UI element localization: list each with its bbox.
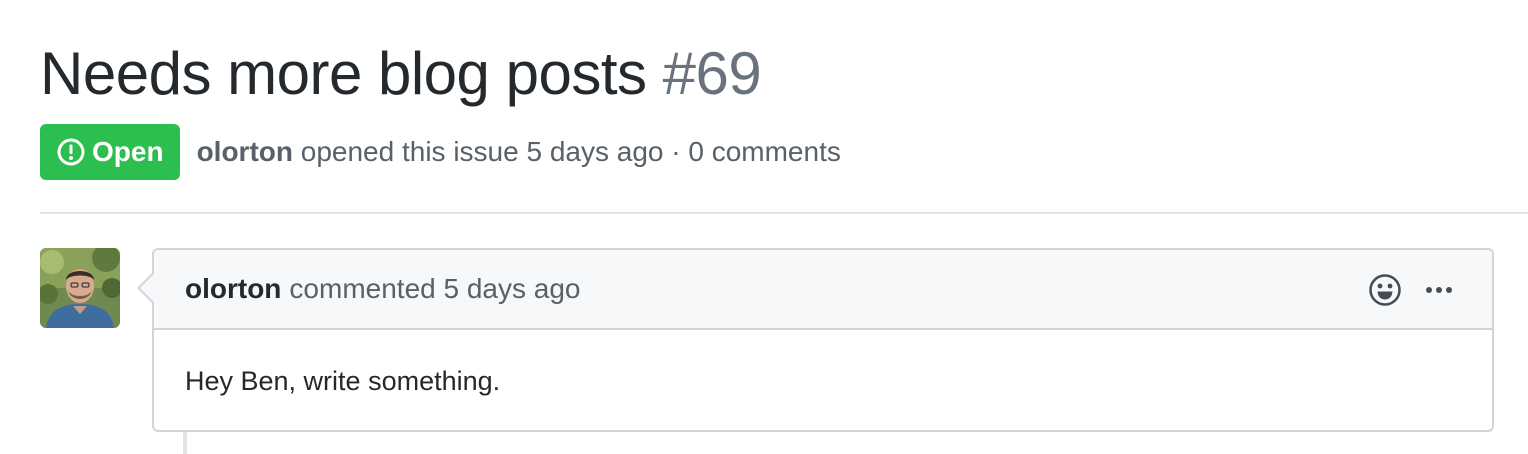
issue-opened-icon [56,137,86,167]
status-badge: Open [40,124,180,180]
avatar[interactable] [40,248,120,328]
divider [40,212,1528,214]
more-actions-button[interactable] [1424,278,1454,302]
comment-body: Hey Ben, write something. [154,330,1492,432]
issue-meta-text: olorton opened this issue 5 days ago · 0… [197,136,841,168]
issue-title: Needs more blog posts #69 [40,38,762,110]
comment-author-link[interactable]: olorton [185,273,281,305]
issue-meta-details: opened this issue 5 days ago · 0 comment… [300,136,841,167]
issue-meta: Open olorton opened this issue 5 days ag… [40,124,841,180]
kebab-horizontal-icon [1426,287,1452,293]
issue-title-text: Needs more blog posts [40,40,647,107]
add-reaction-button[interactable] [1368,273,1402,307]
status-badge-label: Open [92,136,164,167]
issue-author-link[interactable]: olorton [197,136,293,167]
comment-body-text: Hey Ben, write something. [185,365,501,396]
smiley-icon [1369,274,1401,306]
comment-caret-fill [140,274,154,302]
comment-header: olorton commented 5 days ago [154,250,1492,330]
issue-number: #69 [662,40,762,107]
comment-box: olorton commented 5 days ago Hey Ben, wr… [152,248,1494,432]
comment-timestamp[interactable]: commented 5 days ago [289,273,580,305]
timeline-line [183,432,187,454]
